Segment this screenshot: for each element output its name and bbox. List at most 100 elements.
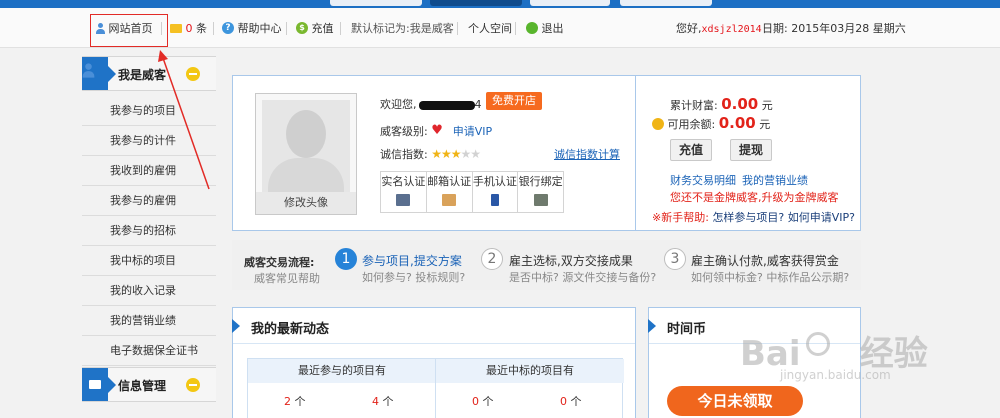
verify-label: 银行绑定 — [518, 175, 563, 188]
username-link[interactable]: xdsjzl2014 — [702, 24, 762, 35]
sidebar-section-info[interactable]: 信息管理 — [82, 367, 216, 402]
sidebar-item-received-hires[interactable]: 我收到的雇佣 — [82, 156, 216, 186]
trade-flow-bar: 威客交易流程: 威客常见帮助 1 参与项目,提交方案 如何参与? 投标规则? 2… — [232, 240, 861, 290]
step-q2-link[interactable]: 源文件交接与备份? — [562, 271, 656, 284]
sidebar-item-joined-hires[interactable]: 我参与的雇佣 — [82, 186, 216, 216]
mail-icon — [170, 23, 182, 33]
profile-panel: 修改头像 欢迎您,4 免费开店 威客级别: 申请VIP 诚信指数: ★★★★★ … — [232, 75, 636, 231]
divider — [286, 22, 287, 35]
how-vip-link[interactable]: 如何申请VIP? — [788, 211, 855, 224]
sidebar-item-joined-projects[interactable]: 我参与的项目 — [82, 96, 216, 126]
top-nav-strip — [0, 0, 1000, 8]
welcome-line: 欢迎您, 4 — [380, 96, 482, 112]
finance-details-link[interactable]: 财务交易明细 — [670, 172, 736, 188]
change-avatar-button[interactable]: 修改头像 — [256, 192, 356, 214]
person-icon — [82, 63, 95, 78]
stat-value[interactable]: 2 个 — [284, 393, 306, 409]
step-number: 3 — [664, 248, 686, 270]
nav-tab[interactable] — [330, 0, 422, 6]
verify-phone[interactable]: 手机认证 — [473, 172, 519, 212]
email-icon — [442, 194, 457, 206]
personal-space-link[interactable]: 个人空间 — [468, 21, 512, 37]
help-center-link[interactable]: ? 帮助中心 — [222, 21, 282, 37]
total-label: 累计财富: — [670, 99, 718, 112]
help-label: 帮助中心 — [237, 22, 282, 35]
newbie-label: ※新手帮助: — [652, 211, 709, 224]
flow-title: 威客交易流程: — [244, 256, 315, 269]
bank-card-icon — [533, 194, 548, 206]
verify-bank[interactable]: 银行绑定 — [518, 172, 563, 212]
divider — [515, 22, 516, 35]
logout-link[interactable]: 退出 — [526, 21, 564, 37]
sidebar-item-joined-piecework[interactable]: 我参与的计件 — [82, 126, 216, 156]
date-value: 2015年03月28 星期六 — [791, 22, 906, 35]
free-shop-button[interactable]: 免费开店 — [486, 92, 542, 110]
recharge-link[interactable]: $ 充值 — [296, 21, 334, 37]
sidebar-item-marketing[interactable]: 我的营销业绩 — [82, 306, 216, 336]
money-icon: $ — [296, 22, 308, 34]
logout-label: 退出 — [541, 22, 564, 35]
sidebar: 我是威客 我参与的项目 我参与的计件 我收到的雇佣 我参与的雇佣 我参与的招标 … — [82, 56, 216, 418]
collapse-icon[interactable] — [186, 67, 200, 81]
step-q2-link[interactable]: 投标规则? — [415, 271, 465, 284]
stat-value[interactable]: 0 个 — [472, 393, 494, 409]
step-q1-link[interactable]: 如何领中标金? — [691, 271, 763, 284]
redacted-username — [418, 100, 475, 110]
verify-email[interactable]: 邮箱认证 — [427, 172, 473, 212]
stat-value[interactable]: 4 个 — [372, 393, 394, 409]
phone-icon — [490, 194, 499, 206]
nav-tab[interactable] — [530, 0, 610, 6]
recharge-button[interactable]: 充值 — [670, 139, 713, 161]
verify-label: 手机认证 — [472, 175, 517, 188]
messages-link[interactable]: 0 条 — [170, 21, 207, 37]
stat-value[interactable]: 0 个 — [560, 393, 582, 409]
faq-link[interactable]: 威客常见帮助 — [254, 270, 320, 286]
marketing-link[interactable]: 我的营销业绩 — [742, 172, 808, 188]
available-balance: 可用余额: 0.00 元 — [652, 114, 770, 132]
nav-tab[interactable] — [620, 0, 712, 6]
logout-icon — [526, 22, 538, 34]
col-header-won: 最近中标的项目有 — [436, 359, 624, 383]
sidebar-section-weike[interactable]: 我是威客 — [82, 56, 216, 91]
section-title: 信息管理 — [118, 379, 167, 393]
sidebar-item-certificate[interactable]: 电子数据保全证书 — [82, 336, 216, 366]
verify-label: 实名认证 — [381, 175, 426, 188]
help-icon: ? — [222, 22, 234, 34]
sidebar-item-income-records[interactable]: 我的收入记录 — [82, 276, 216, 306]
nav-tab-active[interactable] — [430, 0, 522, 6]
message-count: 0 — [185, 22, 193, 35]
sidebar-item-joined-bids[interactable]: 我参与的招标 — [82, 216, 216, 246]
col-header-joined: 最近参与的项目有 — [248, 359, 436, 383]
step-q1-link[interactable]: 如何参与? — [362, 271, 412, 284]
stat-unit: 个 — [382, 395, 394, 408]
withdraw-button[interactable]: 提现 — [730, 139, 773, 161]
balance-label: 可用余额: — [667, 118, 716, 131]
stat-num: 2 — [284, 395, 291, 408]
step-number: 1 — [335, 248, 357, 270]
avatar[interactable]: 修改头像 — [255, 93, 357, 215]
avatar-head — [286, 110, 326, 158]
id-card-icon — [396, 194, 411, 206]
apply-vip-link[interactable]: 申请VIP — [453, 125, 492, 138]
credit-line: 诚信指数: ★★★★★ — [380, 146, 481, 162]
verify-label: 邮箱认证 — [427, 175, 472, 188]
date-label: 日期: — [762, 22, 788, 35]
sidebar-item-won-projects[interactable]: 我中标的项目 — [82, 246, 216, 276]
section-title: 我是威客 — [118, 68, 167, 82]
gold-upgrade-link[interactable]: 您还不是金牌威客,升级为金牌威客 — [670, 189, 839, 205]
divider — [435, 359, 436, 418]
collapse-icon[interactable] — [186, 378, 200, 392]
header-marker — [648, 319, 656, 333]
default-mark: 默认标记为:我是威客 — [351, 22, 454, 35]
how-join-link[interactable]: 怎样参与项目? — [712, 211, 784, 224]
stat-unit: 个 — [482, 395, 494, 408]
stat-num: 0 — [560, 395, 567, 408]
step-q2-link[interactable]: 中标作品公示期? — [766, 271, 849, 284]
stat-unit: 个 — [294, 395, 306, 408]
step-number: 2 — [481, 248, 503, 270]
credit-calc-link[interactable]: 诚信指数计算 — [554, 146, 620, 162]
step-q1-link[interactable]: 是否中标? — [509, 271, 559, 284]
verify-realname[interactable]: 实名认证 — [381, 172, 427, 212]
step-title: 参与项目,提交方案 — [362, 254, 462, 268]
claim-today-button[interactable]: 今日未领取 — [667, 386, 803, 416]
